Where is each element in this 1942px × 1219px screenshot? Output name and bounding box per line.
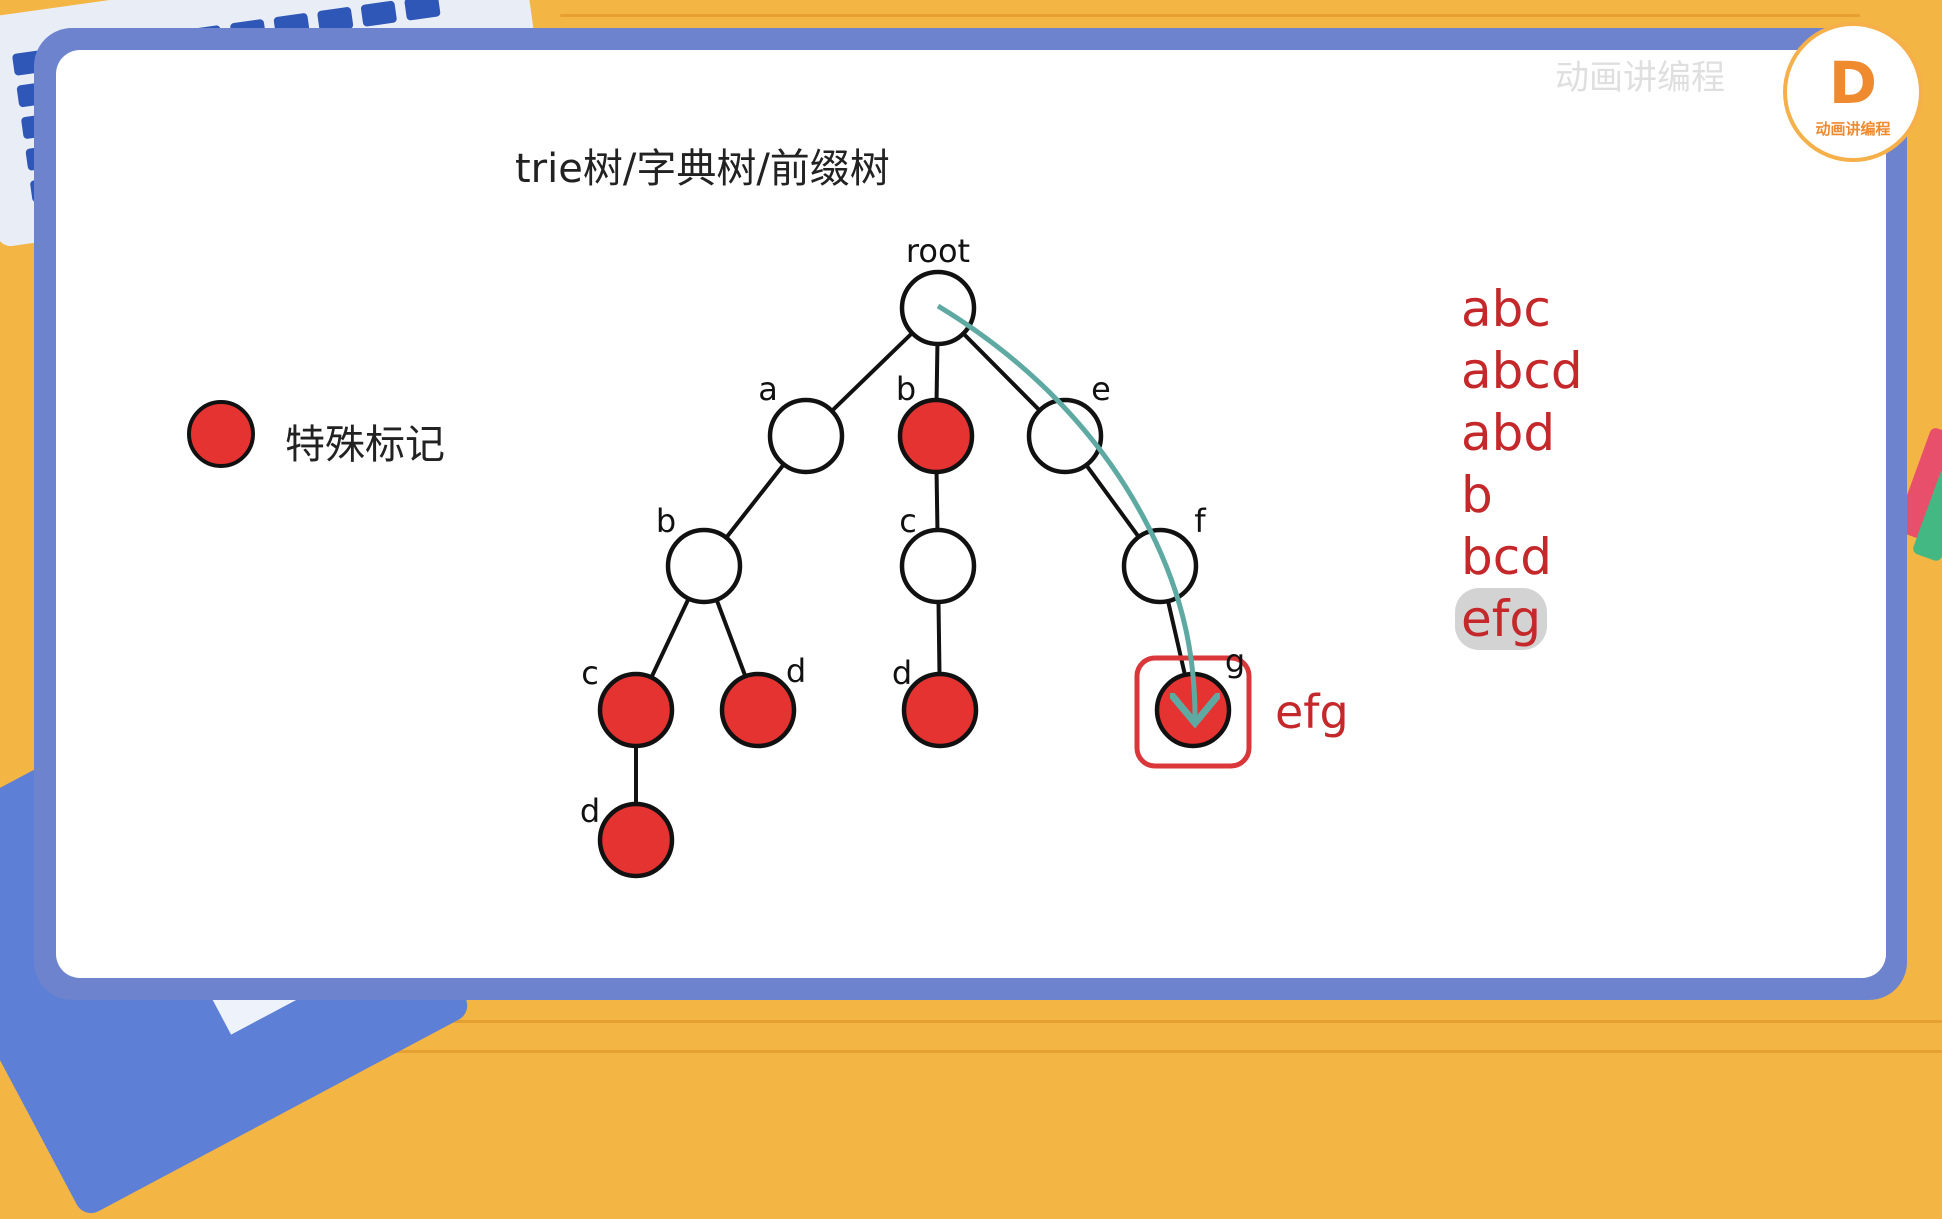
tree-node: [1121, 527, 1199, 605]
marked-node: [597, 671, 675, 749]
marked-node: [597, 801, 675, 879]
tree-node: [899, 527, 977, 605]
marked-node: [719, 671, 797, 749]
node-label: root: [906, 232, 970, 270]
trie-diagram: root a b e b c d d c d f g efg: [580, 232, 1349, 879]
node-label: g: [1225, 642, 1245, 680]
node-label: e: [1091, 370, 1111, 408]
word-item: abd: [1461, 404, 1556, 462]
logo: D 动画讲编程: [1783, 22, 1923, 162]
word-item: b: [1461, 466, 1493, 524]
marked-node: [901, 671, 979, 749]
node-label: d: [892, 654, 912, 692]
word-highlighted: efg: [1455, 588, 1548, 650]
highlight-node-label: efg: [1275, 685, 1349, 739]
node-label: d: [580, 792, 600, 830]
logo-mark: D: [1828, 49, 1878, 117]
word-item: abcd: [1461, 342, 1583, 400]
tree-node: [665, 527, 743, 605]
word-item: bcd: [1461, 528, 1552, 586]
marked-node: [897, 397, 975, 475]
node-label: f: [1194, 502, 1206, 540]
node-label: c: [899, 502, 917, 540]
node-label: b: [656, 502, 676, 540]
watermark: 动画讲编程: [1555, 58, 1725, 98]
word-item: abc: [1461, 280, 1551, 338]
logo-text: 动画讲编程: [1815, 120, 1891, 138]
node-label: d: [786, 652, 806, 690]
word-list: abc abcd abd b bcd efg: [1455, 278, 1589, 650]
node-label: b: [896, 370, 916, 408]
node-label: c: [581, 654, 599, 692]
tree-node: [767, 397, 845, 475]
node-label: a: [758, 370, 778, 408]
